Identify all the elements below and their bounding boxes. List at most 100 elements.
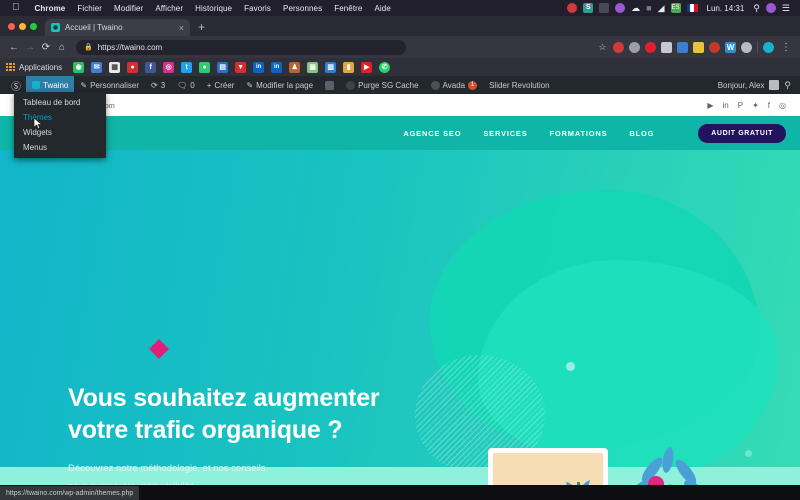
bookmark-linkedin-icon[interactable]: in — [253, 61, 265, 73]
bookmark-whatsapp-green-icon[interactable]: ◉ — [73, 61, 85, 73]
menu-item-historique[interactable]: Historique — [189, 4, 238, 13]
home-icon[interactable]: ⌂ — [54, 42, 70, 53]
linkedin-icon[interactable]: in — [723, 101, 729, 110]
wp-menu-item-tableau-de-bord[interactable]: Tableau de bord — [14, 95, 106, 110]
nav-link-services[interactable]: SERVICES — [483, 129, 527, 138]
adminbar-comments[interactable]: 🗨 0 — [171, 76, 201, 94]
audit-gratuit-button[interactable]: AUDIT GRATUIT — [698, 123, 786, 143]
extension-ghost-icon[interactable] — [741, 41, 752, 53]
adminbar-edit-page[interactable]: ✎ Modifier la page — [240, 76, 319, 94]
extension-cloud-icon[interactable] — [629, 41, 640, 53]
new-tab-button[interactable]: + — [190, 20, 213, 36]
bookmark-slides-icon[interactable]: ▤ — [217, 61, 229, 73]
extension-blue-icon[interactable] — [677, 41, 688, 53]
forward-arrow-icon[interactable]: → — [22, 42, 38, 53]
bookmark-linkedin2-icon[interactable]: in — [271, 61, 283, 73]
pinterest-icon[interactable] — [645, 41, 656, 53]
extension-red-icon[interactable] — [613, 41, 624, 53]
facebook-icon[interactable]: f — [768, 101, 770, 110]
highlighter-icon[interactable] — [693, 41, 704, 53]
bookmark-instagram-icon[interactable]: ◎ — [163, 61, 175, 73]
record-icon[interactable] — [567, 3, 578, 13]
menu-item-fenetre[interactable]: Fenêtre — [328, 4, 368, 13]
menu-item-favoris[interactable]: Favoris — [238, 4, 277, 13]
bookmark-star-icon[interactable]: ☆ — [597, 42, 608, 53]
wordpress-logo-icon[interactable]: Ⓢ — [6, 78, 26, 93]
wifi-icon[interactable]: ◢ — [658, 3, 665, 14]
battery-icon[interactable]: ■ — [646, 3, 651, 13]
adminbar-cache[interactable]: Purge SG Cache — [340, 76, 424, 94]
bookmark-facebook-icon[interactable]: f — [145, 61, 157, 73]
menubar-clock[interactable]: Lun. 14:31 — [704, 4, 748, 13]
menu-item-fichier[interactable]: Fichier — [71, 4, 108, 13]
back-arrow-icon[interactable]: ← — [6, 42, 22, 53]
spotlight-search-icon[interactable]: ⚲ — [753, 3, 760, 14]
nav-link-agence-seo[interactable]: AGENCE SEO — [403, 129, 461, 138]
dropbox-icon[interactable]: ☁ — [631, 3, 640, 13]
bookmark-red-icon[interactable]: ● — [127, 61, 139, 73]
bookmark-trello-icon[interactable]: ▥ — [325, 61, 337, 73]
bookmark-calendar-icon[interactable]: ▦ — [109, 61, 121, 73]
hero-subtitle-line1: Découvrez notre méthodologie, et nos con… — [68, 463, 266, 474]
maximize-button[interactable] — [30, 22, 37, 30]
nav-link-formations[interactable]: FORMATIONS — [550, 129, 608, 138]
grammarly-icon[interactable] — [615, 3, 626, 13]
apple-icon[interactable]:  — [12, 3, 20, 13]
bookmark-whatsapp-icon[interactable]: ✆ — [379, 61, 391, 73]
instagram-icon[interactable]: ◎ — [779, 101, 786, 110]
reload-icon[interactable]: ⟳ — [38, 42, 54, 53]
bookmark-pin-red-icon[interactable]: ▼ — [235, 61, 247, 73]
menu-item-modifier[interactable]: Modifier — [108, 4, 149, 13]
keyboard-icon[interactable]: ES — [670, 3, 681, 13]
twitter-icon[interactable]: ✦ — [752, 101, 759, 110]
user-avatar-icon[interactable] — [769, 80, 780, 90]
bookmark-person-icon[interactable]: ♟ — [289, 61, 301, 73]
toolbar-extensions: ☆ W ⋮ — [597, 41, 794, 53]
bookmark-youtube-icon[interactable]: ▶ — [361, 61, 373, 73]
app-icon[interactable] — [599, 3, 610, 13]
control-center-icon[interactable]: ☰ — [782, 3, 790, 14]
close-tab-icon[interactable]: × — [179, 23, 184, 33]
menu-item-chrome[interactable]: Chrome — [29, 4, 72, 13]
address-bar[interactable]: 🔒 https://twaino.com — [76, 39, 406, 55]
menu-item-aide[interactable]: Aide — [368, 4, 396, 13]
bookmark-green-dot-icon[interactable]: ● — [199, 61, 211, 73]
adminbar-yoast[interactable] — [319, 76, 340, 94]
chrome-menu-icon[interactable]: ⋮ — [779, 42, 792, 53]
wp-menu-item-widgets[interactable]: Widgets — [14, 125, 106, 140]
browser-tab-strip: ◉ Accueil | Twaino × + — [0, 16, 800, 36]
browser-tab[interactable]: ◉ Accueil | Twaino × — [45, 19, 190, 36]
hero-subtitle: Découvrez notre méthodologie, et nos con… — [68, 460, 428, 485]
extension-pin-icon[interactable] — [709, 41, 720, 53]
flag-fr-icon[interactable] — [686, 4, 698, 12]
bookmark-mail-icon[interactable]: ✉ — [91, 61, 103, 73]
nav-link-blog[interactable]: BLOG — [629, 129, 654, 138]
wp-search-icon[interactable]: ⚲ — [784, 80, 791, 91]
bookmark-twitter-icon[interactable]: t — [181, 61, 193, 73]
adminbar-slider-revolution[interactable]: Slider Revolution — [483, 76, 555, 94]
macos-menu-bar:  Chrome Fichier Modifier Afficher Histo… — [0, 0, 800, 16]
bookmark-photo-icon[interactable]: ▣ — [307, 61, 319, 73]
adminbar-new-content[interactable]: + Créer — [201, 76, 241, 94]
adminbar-avada[interactable]: Avada 1 — [425, 76, 484, 94]
browser-status-bar: https://twaino.com/wp-admin/themes.php — [0, 486, 140, 500]
apps-shortcut[interactable]: Applications — [6, 62, 62, 72]
mouse-cursor-icon — [33, 117, 43, 130]
profile-avatar-icon[interactable] — [763, 41, 774, 53]
siri-icon[interactable] — [765, 3, 776, 13]
youtube-icon[interactable]: ▶ — [707, 101, 713, 110]
pinterest-icon[interactable]: P — [738, 101, 743, 110]
adminbar-updates[interactable]: ⟳ 3 — [145, 76, 171, 94]
hero-illustration — [488, 447, 712, 485]
adminbar-greeting[interactable]: Bonjour, Alex — [718, 81, 765, 90]
menu-item-afficher[interactable]: Afficher — [149, 4, 189, 13]
skype-icon[interactable]: S — [583, 3, 594, 13]
wp-menu-item-themes[interactable]: Thèmes — [14, 110, 106, 125]
extension-gray-icon[interactable] — [661, 41, 672, 53]
minimize-button[interactable] — [19, 22, 26, 30]
close-button[interactable] — [8, 22, 15, 30]
wordpress-w-icon[interactable]: W — [725, 41, 736, 53]
bookmark-analytics-icon[interactable]: ▮ — [343, 61, 355, 73]
wp-menu-item-menus[interactable]: Menus — [14, 140, 106, 155]
menu-item-personnes[interactable]: Personnes — [277, 4, 328, 13]
